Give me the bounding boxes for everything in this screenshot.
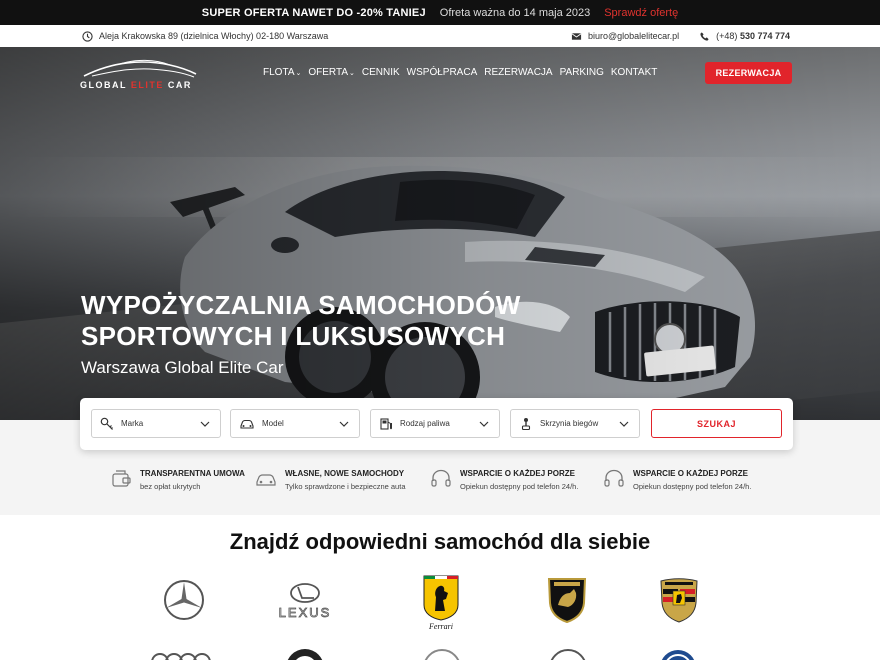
search-button[interactable]: SZUKAJ (651, 409, 782, 438)
promo-title: SUPER OFERTA NAWET DO -20% TANIEJ (201, 6, 426, 19)
car-icon (240, 419, 254, 429)
model-select-value: Model (262, 419, 284, 428)
address-text: Aleja Krakowska 89 (dzielnica Włochy) 02… (99, 31, 329, 41)
ferrari-wordmark: Ferrari (428, 622, 453, 631)
lamborghini-logo-icon[interactable] (546, 575, 588, 625)
brand-select-value: Marka (121, 419, 144, 428)
ferrari-logo-icon[interactable]: Ferrari (421, 573, 461, 631)
model-select[interactable]: Model (230, 409, 360, 438)
feature-title: WŁASNE, NOWE SAMOCHODY (285, 469, 405, 478)
contact: biuro@globalelitecar.pl (+48) 530 774 77… (571, 25, 790, 47)
address: Aleja Krakowska 89 (dzielnica Włochy) 02… (82, 25, 328, 47)
feature-desc: Tylko sprawdzone i bezpieczne auta (285, 482, 406, 491)
mail-icon (571, 32, 582, 40)
audi-logo-icon[interactable] (150, 652, 214, 660)
feature-support-1: WSPARCIE O KAŻDEJ PORZE Opiekun dostępny… (430, 468, 578, 494)
logo-text: GLOBAL ELITE CAR (80, 80, 200, 90)
promo-valid-until: Ofreta ważna do 14 maja 2023 (439, 6, 591, 19)
headset-icon (431, 469, 451, 487)
headset-icon (604, 469, 624, 487)
nav-item-oferta-label: OFERTA (308, 67, 348, 78)
feature-transparent-contract: TRANSPARENTNA UMOWA bez opłat ukrytych (110, 468, 245, 494)
gear-shift-icon (521, 417, 531, 430)
nav-item-cennik[interactable]: CENNIK (362, 67, 400, 78)
rolls-royce-logo-icon[interactable] (548, 648, 588, 660)
gearbox-select-value: Skrzynia biegów (540, 419, 599, 428)
phone-number: 530 774 774 (739, 31, 790, 41)
info-bar: Aleja Krakowska 89 (dzielnica Włochy) 02… (0, 25, 880, 47)
clock-icon (82, 30, 93, 42)
nav-item-kontakt[interactable]: KONTAKT (611, 67, 657, 78)
fuel-select[interactable]: Rodzaj paliwa (370, 409, 500, 438)
porsche-logo-icon[interactable] (658, 575, 700, 625)
feature-support-2: WSPARCIE O KAŻDEJ PORZE Opiekun dostępny… (603, 468, 751, 494)
nav-item-wspolpraca[interactable]: WSPÓŁPRACA (407, 67, 478, 78)
chevron-down-icon: ⌄ (349, 70, 355, 77)
hero-subtitle: Warszawa Global Elite Car (81, 358, 284, 377)
phone-link[interactable]: (+48) 530 774 774 (716, 31, 790, 41)
key-icon (100, 417, 113, 430)
logo-text-part1: GLOBAL (80, 80, 131, 90)
logo-text-part2: ELITE (130, 80, 164, 90)
promo-bar: SUPER OFERTA NAWET DO -20% TANIEJ Ofreta… (0, 0, 880, 25)
hero-title: WYPOŻYCZALNIA SAMOCHODÓW SPORTOWYCH I LU… (81, 290, 641, 352)
feature-title: WSPARCIE O KAŻDEJ PORZE (633, 469, 748, 478)
feature-desc: Opiekun dostępny pod telefon 24/h. (633, 482, 752, 491)
chevron-down-icon (339, 421, 349, 427)
nav-item-oferta[interactable]: OFERTA⌄ (308, 67, 355, 78)
hero-title-line2: SPORTOWYCH I LUKSUSOWYCH (81, 321, 506, 351)
lexus-wordmark: LEXUS (279, 605, 332, 620)
feature-title: WSPARCIE O KAŻDEJ PORZE (460, 469, 575, 478)
volkswagen-logo-icon[interactable] (658, 648, 698, 660)
bmw-logo-icon[interactable] (285, 648, 325, 660)
logo-text-part3: CAR (163, 80, 192, 90)
car-search-form: Marka Model Rodzaj paliwa Skrzynia biegó… (80, 398, 793, 450)
gearbox-select[interactable]: Skrzynia biegów (510, 409, 640, 438)
chevron-down-icon (479, 421, 489, 427)
chevron-down-icon (619, 421, 629, 427)
feature-desc: bez opłat ukrytych (140, 482, 201, 491)
feature-new-cars: WŁASNE, NOWE SAMOCHODY Tylko sprawdzone … (255, 468, 406, 494)
nav-item-parking[interactable]: PARKING (560, 67, 604, 78)
contract-icon (112, 470, 131, 487)
nav-item-flota[interactable]: FLOTA⌄ (263, 67, 301, 78)
email-link[interactable]: biuro@globalelitecar.pl (588, 31, 679, 41)
lexus-logo-icon[interactable]: LEXUS (262, 582, 348, 620)
car-silhouette-logo-icon (83, 59, 197, 78)
chevron-down-icon: ⌄ (295, 70, 302, 77)
fuel-pump-icon (380, 417, 392, 430)
promo-check-offer-link[interactable]: Sprawdź ofertę (604, 7, 678, 19)
car-icon (256, 474, 276, 486)
main-nav: FLOTA⌄ OFERTA⌄ CENNIK WSPÓŁPRACA REZERWA… (263, 67, 657, 78)
mercedes-logo-icon[interactable] (162, 578, 206, 622)
feature-desc: Opiekun dostępny pod telefon 24/h. (460, 482, 579, 491)
feature-title: TRANSPARENTNA UMOWA (140, 469, 245, 478)
nav-item-rezerwacja[interactable]: REZERWACJA (484, 67, 552, 78)
phone-prefix: (+48) (716, 31, 738, 41)
brands-section-title: Znajdź odpowiedni samochód dla siebie (229, 529, 651, 554)
bentley-logo-icon[interactable] (420, 648, 464, 660)
chevron-down-icon (200, 421, 210, 427)
phone-icon (700, 31, 709, 41)
hero-title-line1: WYPOŻYCZALNIA SAMOCHODÓW (81, 290, 521, 320)
logo[interactable]: GLOBAL ELITE CAR (80, 58, 200, 94)
brand-select[interactable]: Marka (91, 409, 221, 438)
fuel-select-value: Rodzaj paliwa (400, 419, 450, 428)
nav-item-flota-label: FLOTA (263, 67, 295, 78)
reserve-button[interactable]: REZERWACJA (705, 62, 792, 84)
